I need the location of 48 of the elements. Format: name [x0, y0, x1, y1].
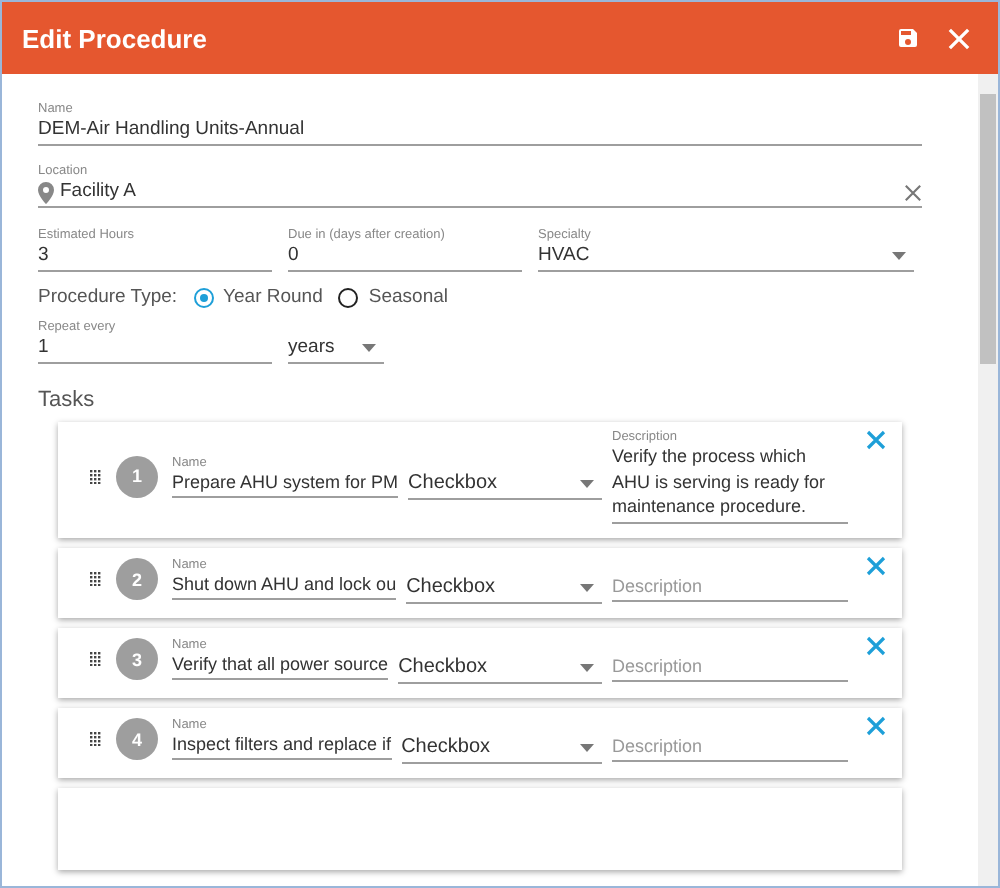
radio-option[interactable]: Year Round — [193, 286, 323, 308]
close-icon — [866, 635, 886, 655]
section-title: Tasks — [38, 388, 97, 412]
placeholder-text: Description — [612, 654, 705, 680]
delete-button[interactable] — [866, 635, 886, 655]
dropdown-caret-icon — [580, 663, 594, 671]
save-button[interactable] — [896, 26, 920, 50]
save-icon — [896, 26, 920, 50]
unit-select[interactable]: years — [288, 334, 384, 364]
drag-handle-icon[interactable] — [90, 732, 102, 746]
window-title: Edit Procedure — [22, 23, 209, 53]
close-icon — [866, 430, 886, 450]
task-type-select[interactable]: Checkbox — [408, 470, 602, 501]
close-button[interactable] — [948, 27, 970, 49]
dropdown-caret-icon — [580, 480, 594, 489]
dropdown-caret-icon — [580, 583, 594, 591]
drag-handle-icon[interactable] — [90, 469, 102, 484]
task-type-select[interactable]: Checkbox — [406, 573, 602, 603]
dropdown-caret-icon — [362, 344, 376, 352]
clear-icon[interactable] — [904, 183, 922, 201]
field-value: Facility A — [60, 178, 139, 206]
drag-handle-icon[interactable] — [90, 652, 102, 666]
field-value: 3 — [38, 242, 51, 270]
task-type-select[interactable]: Checkbox — [398, 653, 602, 683]
step-number: 1 — [116, 455, 158, 498]
placeholder-text: Description — [612, 574, 705, 600]
dropdown-caret-icon — [892, 252, 906, 260]
field-value: 1 — [38, 334, 51, 362]
delete-button[interactable] — [866, 555, 886, 575]
drag-handle-icon[interactable] — [90, 572, 102, 586]
scrollbar[interactable] — [978, 74, 998, 886]
radio-option[interactable]: Seasonal — [338, 286, 449, 308]
delete-button[interactable] — [866, 715, 886, 735]
step-number: 2 — [116, 558, 158, 600]
placeholder-text: Description — [612, 734, 705, 760]
field-value: 0 — [288, 242, 301, 270]
procedure-type-label: Procedure Type: — [38, 286, 178, 308]
location-pin-icon — [38, 181, 54, 203]
close-icon — [948, 27, 970, 49]
step-number: 3 — [116, 638, 158, 680]
task-type-select[interactable]: Checkbox — [401, 733, 602, 763]
field-value: DEM-Air Handling Units-Annual — [38, 116, 307, 144]
close-icon — [866, 555, 886, 575]
dropdown-caret-icon — [580, 743, 594, 751]
scrollbar-thumb[interactable] — [980, 94, 996, 364]
step-number: 4 — [116, 718, 158, 760]
close-icon — [866, 715, 886, 735]
delete-button[interactable] — [866, 430, 886, 450]
